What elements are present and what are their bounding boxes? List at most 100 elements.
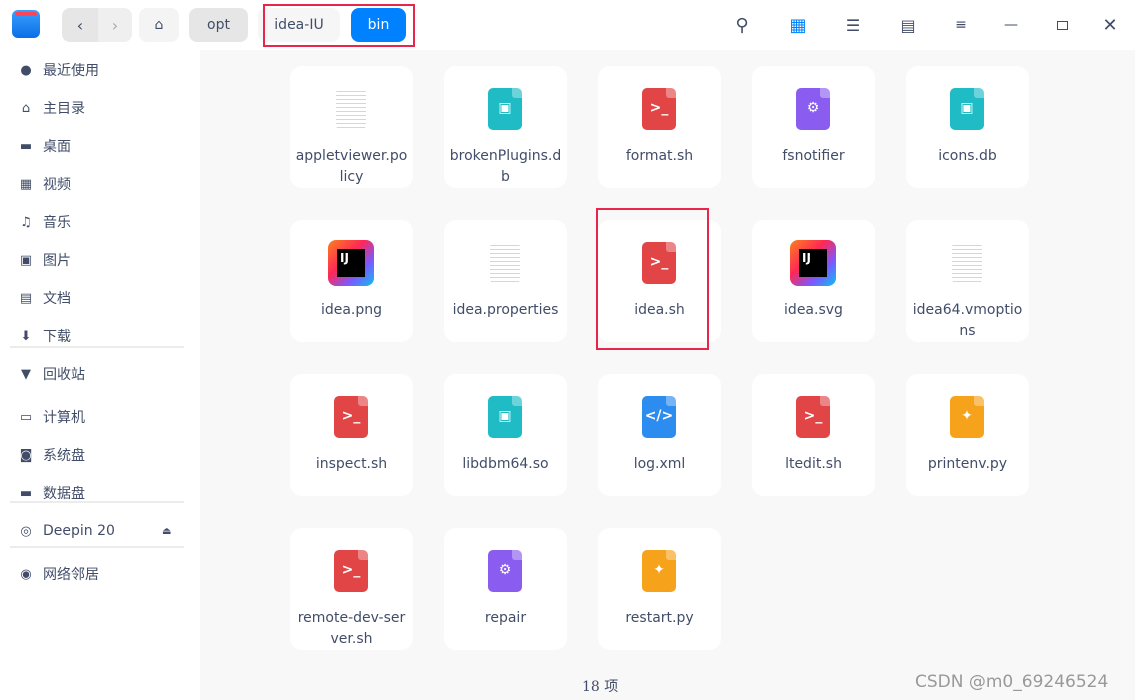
file-name: idea64.vmoptions	[912, 302, 1023, 339]
sh-file-icon: >_	[642, 88, 676, 130]
file-name: idea.svg	[784, 302, 843, 318]
sidebar-item-1[interactable]: ⌂ 主目录	[18, 96, 183, 120]
db-file-icon: ▣	[488, 396, 522, 438]
trash-icon: ▼	[21, 366, 31, 382]
sidebar-item-6[interactable]: ▤ 文档	[18, 286, 183, 310]
list-icon: ☰	[845, 15, 861, 35]
sidebar-item-label: Deepin 20	[43, 523, 115, 539]
search-icon: ⚲	[735, 14, 749, 36]
breadcrumb-opt[interactable]: opt	[189, 8, 248, 42]
sidebar-item-3[interactable]: ▦ 视频	[18, 172, 183, 196]
icon-view-button[interactable]: ▦	[784, 8, 812, 42]
file-item[interactable]: >_ idea.sh	[598, 220, 721, 342]
sidebar-item-0[interactable]: ● 最近使用	[18, 58, 183, 82]
status-count: 18 项	[582, 679, 619, 695]
search-button[interactable]: ⚲	[728, 8, 756, 42]
video-icon: ▦	[19, 176, 33, 192]
file-name: brokenPlugins.db	[449, 148, 562, 185]
file-item[interactable]: idea64.vmoptions	[906, 220, 1029, 342]
close-icon: ✕	[1102, 14, 1118, 36]
sidebar-item-10[interactable]: ◙ 系统盘	[18, 443, 183, 467]
file-item[interactable]: IJ idea.svg	[752, 220, 875, 342]
file-item[interactable]: ✦ restart.py	[598, 528, 721, 650]
close-button[interactable]: ✕	[1096, 8, 1124, 42]
sidebar-item-9[interactable]: ▭ 计算机	[18, 405, 183, 429]
home-button[interactable]: ⌂	[139, 8, 179, 42]
sh-file-icon: >_	[796, 396, 830, 438]
file-item[interactable]: </> log.xml	[598, 374, 721, 496]
file-item[interactable]: ⚙ fsnotifier	[752, 66, 875, 188]
text-file-icon	[490, 242, 520, 284]
sidebar-item-13[interactable]: ◉ 网络邻居	[18, 562, 183, 586]
file-item[interactable]: >_ remote-dev-server.sh	[290, 528, 413, 650]
sidebar-item-4[interactable]: ♫ 音乐	[18, 210, 183, 234]
minimize-button[interactable]: —	[997, 8, 1025, 42]
watermark: CSDN @m0_69246524	[915, 672, 1109, 692]
list-view-button[interactable]: ☰	[839, 8, 867, 42]
file-item[interactable]: >_ ltedit.sh	[752, 374, 875, 496]
file-name: idea.properties	[452, 302, 559, 318]
text-file-icon	[336, 88, 366, 130]
detail-icon: ▤	[900, 15, 916, 35]
picture-icon: ▣	[19, 252, 33, 268]
file-grid: 18 项 CSDN @m0_69246524 appletviewer.poli…	[200, 50, 1135, 700]
system-disk-icon: ◙	[19, 447, 33, 463]
file-name: ltedit.sh	[785, 456, 842, 472]
file-name: printenv.py	[927, 456, 1008, 472]
file-item[interactable]: >_ inspect.sh	[290, 374, 413, 496]
sidebar-item-label: 音乐	[43, 215, 71, 231]
file-name: inspect.sh	[315, 456, 388, 472]
file-name: log.xml	[633, 456, 686, 472]
file-name: icons.db	[938, 148, 997, 164]
detail-view-button[interactable]: ▤	[894, 8, 922, 42]
sidebar-item-label: 桌面	[43, 139, 71, 155]
file-name: idea.sh	[634, 302, 685, 318]
document-icon: ▤	[19, 290, 33, 306]
clock-icon: ●	[20, 62, 32, 78]
sidebar-item-2[interactable]: ▬ 桌面	[18, 134, 183, 158]
file-item[interactable]: ▣ libdbm64.so	[444, 374, 567, 496]
file-item[interactable]: ▣ brokenPlugins.db	[444, 66, 567, 188]
network-icon: ◉	[20, 566, 32, 582]
intellij-logo-icon: IJ	[790, 240, 836, 286]
sidebar-item-label: 图片	[43, 253, 71, 269]
sidebar-divider	[10, 501, 184, 503]
file-item[interactable]: >_ format.sh	[598, 66, 721, 188]
file-item[interactable]: ✦ printenv.py	[906, 374, 1029, 496]
file-item[interactable]: ▣ icons.db	[906, 66, 1029, 188]
home-icon: ⌂	[21, 100, 31, 116]
intellij-logo-icon: IJ	[328, 240, 374, 286]
sidebar-divider	[10, 346, 184, 348]
forward-button[interactable]: ›	[98, 8, 132, 42]
data-disk-icon: ▬	[19, 485, 33, 501]
py-file-icon: ✦	[642, 550, 676, 592]
sidebar-item-8[interactable]: ▼ 回收站	[18, 362, 183, 386]
exec-file-icon: ⚙	[488, 550, 522, 592]
breadcrumb-bin[interactable]: bin	[351, 8, 406, 42]
sidebar-item-7[interactable]: ⬇ 下载	[18, 324, 183, 348]
file-item[interactable]: ⚙ repair	[444, 528, 567, 650]
sidebar-item-label: 回收站	[43, 367, 85, 383]
maximize-button[interactable]	[1048, 8, 1076, 42]
sidebar-divider	[10, 546, 184, 548]
sidebar-item-label: 文档	[43, 291, 71, 307]
file-item[interactable]: appletviewer.policy	[290, 66, 413, 188]
desktop-icon: ▬	[19, 138, 33, 154]
sh-file-icon: >_	[334, 396, 368, 438]
sidebar-item-label: 数据盘	[43, 486, 85, 502]
file-item[interactable]: IJ idea.png	[290, 220, 413, 342]
back-button[interactable]: ‹	[62, 8, 98, 42]
file-name: appletviewer.policy	[295, 148, 408, 185]
menu-icon: ≡	[955, 17, 967, 33]
db-file-icon: ▣	[950, 88, 984, 130]
breadcrumb-idea-iu[interactable]: idea-IU	[258, 8, 340, 42]
sidebar-item-label: 系统盘	[43, 448, 85, 464]
menu-button[interactable]: ≡	[947, 8, 975, 42]
download-icon: ⬇	[20, 328, 32, 344]
title-bar: ‹ › ⌂ opt idea-IU bin ⚲ ▦ ☰ ▤ ≡ — ✕	[0, 0, 1135, 50]
sidebar-item-12[interactable]: ◎ Deepin 20 ⏏	[18, 519, 183, 543]
eject-icon[interactable]: ⏏	[162, 526, 171, 537]
sidebar-item-label: 最近使用	[43, 63, 99, 79]
sidebar-item-5[interactable]: ▣ 图片	[18, 248, 183, 272]
file-item[interactable]: idea.properties	[444, 220, 567, 342]
